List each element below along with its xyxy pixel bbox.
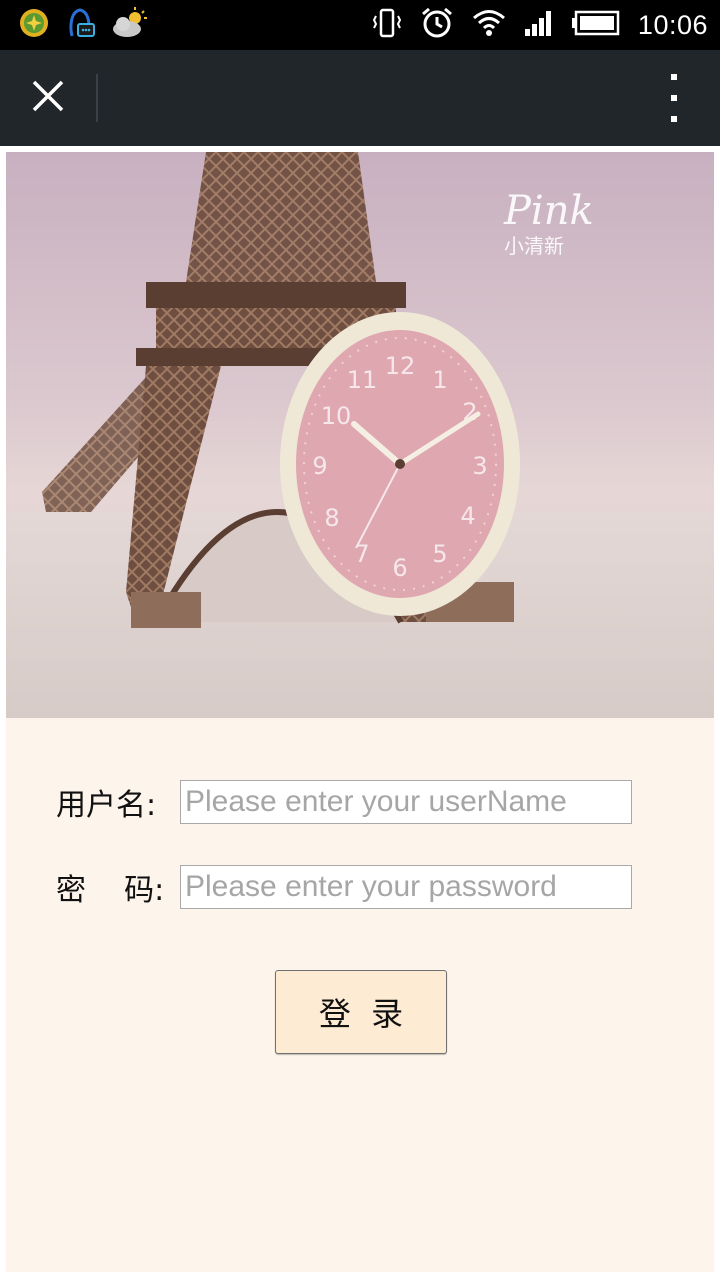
hero-tag-subtitle: 小清新 [504,234,564,258]
signal-icon [524,9,554,42]
svg-text:4: 4 [460,502,475,530]
close-button[interactable] [22,72,74,124]
password-label: 密 码: [56,873,165,908]
browser-toolbar [0,50,720,146]
svg-text:1: 1 [432,366,447,394]
status-time: 10:06 [637,9,708,40]
more-vert-icon-dot [671,95,677,101]
password-input[interactable] [180,865,632,909]
hero-image: 12 1 2 345 678 9 10 11 Pink 小清新 [6,152,714,718]
svg-text:3: 3 [472,452,487,480]
vibrate-icon [372,7,402,44]
close-icon [31,79,65,118]
svg-text:10: 10 [321,402,352,430]
hero-tagline: Pink 小清新 [504,188,694,259]
status-bar: 10:06 [0,0,720,50]
more-vert-icon-dot [671,116,677,122]
wifi-icon [472,8,506,43]
weather-cloud-icon [110,6,148,44]
svg-text:11: 11 [347,366,378,394]
svg-text:9: 9 [312,452,327,480]
svg-text:5: 5 [432,540,447,568]
status-bar-system: 10:06 [372,6,708,44]
username-label: 用户名: [56,788,157,823]
login-form: 用户名: 密 码: 登 录 [6,718,714,1272]
page-content: 1212 345 678 91011 Pink 小清新 用户名: 密 码: 登 … [6,152,714,1272]
username-row: 用户名: [56,778,632,826]
svg-text:7: 7 [354,540,369,568]
toolbar-divider [96,74,98,122]
status-bar-notifications [18,6,148,45]
more-menu-button[interactable] [664,74,684,122]
hero-tag-title: Pink [504,188,594,234]
login-button[interactable]: 登 录 [275,970,447,1054]
qq-icon [64,6,96,45]
svg-text:6: 6 [392,554,407,582]
password-row: 密 码: [56,863,632,911]
alarm-icon [420,6,454,45]
clover-app-icon [18,7,50,44]
username-input[interactable] [180,780,632,824]
svg-text:8: 8 [324,504,339,532]
battery-icon [571,10,620,41]
svg-text:12: 12 [385,352,416,380]
more-vert-icon [671,74,677,80]
